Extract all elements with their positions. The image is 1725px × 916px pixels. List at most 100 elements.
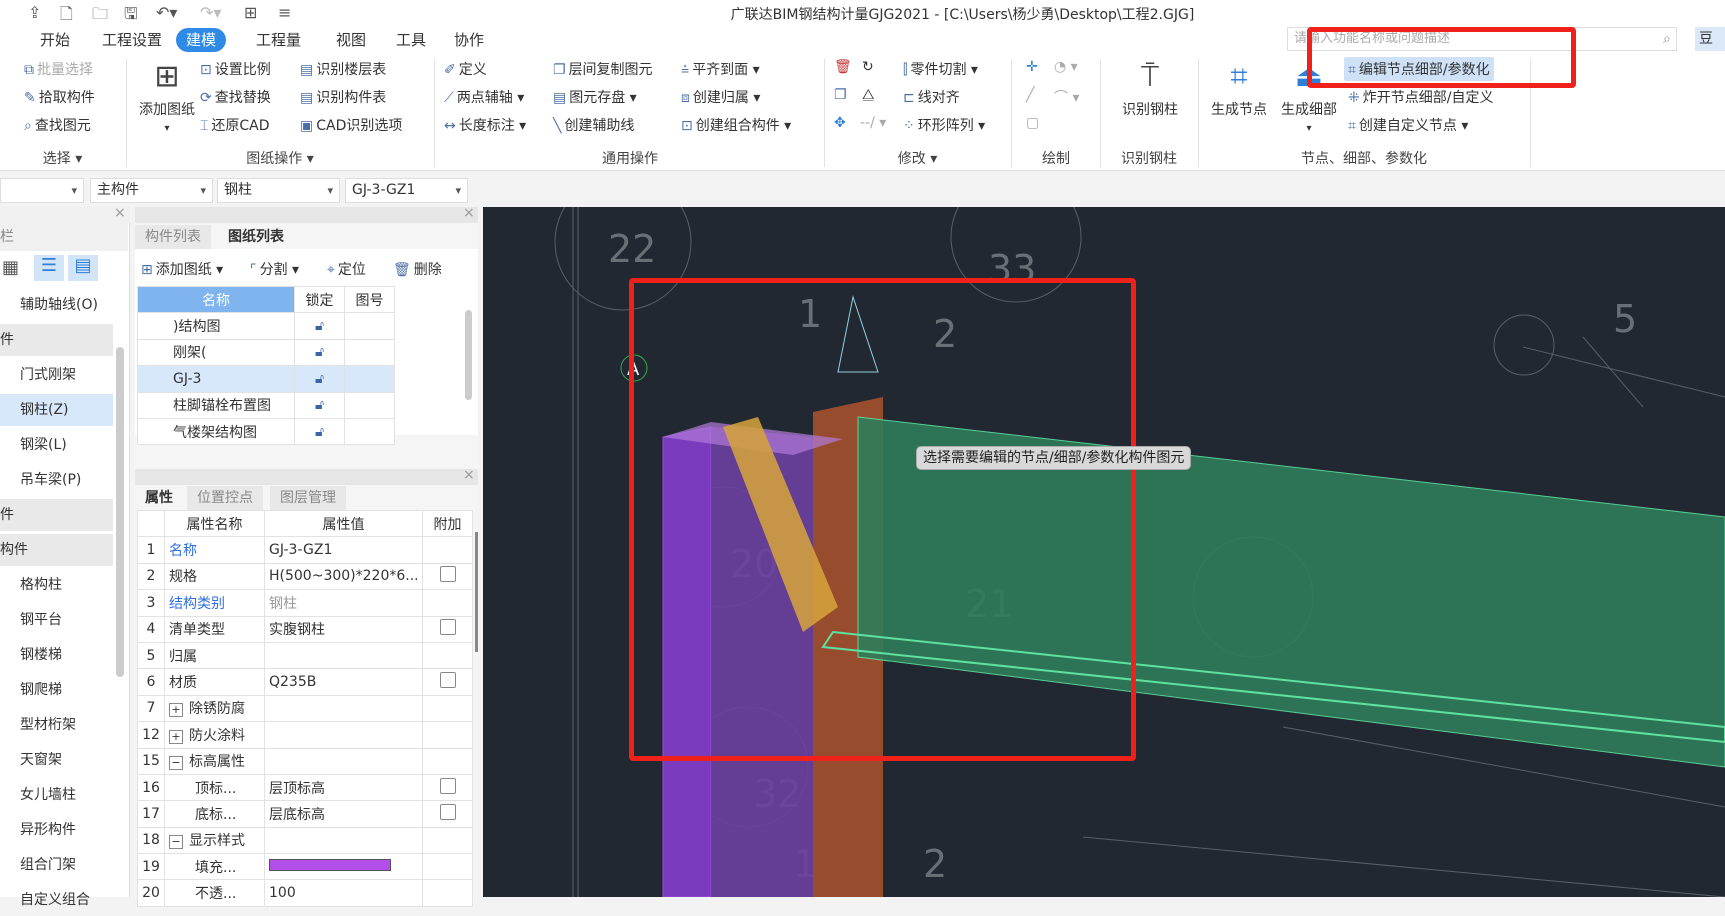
copy-icon[interactable]: ❐ [834,87,847,103]
batch-select-button[interactable]: ⧉ 批量选择 [24,59,93,79]
tab-drawing-list[interactable]: 图纸列表 [218,225,294,249]
fill-color-swatch[interactable] [269,858,391,871]
nav-item[interactable]: 门式刚架 [0,359,113,391]
property-row[interactable]: 19 填充... [137,853,473,881]
lock-icon[interactable]: 🔓︎ [294,312,345,340]
lock-icon[interactable]: 🔓︎ [294,338,345,367]
aux-line-button[interactable]: ╲ 创建辅助线 [553,115,634,135]
find-replace-button[interactable]: ⟳ 查找替换 [200,87,271,107]
delete-icon[interactable]: 🗑 [834,59,852,75]
locate-button[interactable]: ⌖ 定位 [327,259,366,279]
tab-3[interactable]: 工程量 [246,28,311,52]
explode-node-button[interactable]: ⁜ 炸开节点细部/自定义 [1348,87,1493,107]
property-row[interactable]: 2 规格 H(500~300)*220*6... [137,562,473,591]
tab-5[interactable]: 工具 [386,28,436,52]
property-value[interactable]: H(500~300)*220*6... [269,568,419,584]
expand-toggle-icon[interactable]: + [169,703,183,718]
nav-item[interactable]: 异形构件 [0,814,113,846]
property-row[interactable]: 15− 标高属性 [137,747,473,775]
extend-icon[interactable]: --/ ▾ [860,115,886,131]
extra-checkbox[interactable] [439,672,456,689]
create-group-button[interactable]: ⊡ 创建组合构件 ▾ [681,115,791,135]
property-scrollbar[interactable] [475,532,478,652]
table-row[interactable]: )结构图 🔓︎ [137,312,395,340]
ring-array-button[interactable]: ⁘ 环形阵列 ▾ [903,115,985,135]
3d-viewport[interactable]: 22 1 2 33 5 20 21 32 1 2 A [483,207,1725,897]
extra-checkbox[interactable] [439,619,456,636]
property-row[interactable]: 18− 显示样式 [137,826,473,855]
property-row[interactable]: 6 材质 Q235B [137,668,473,696]
table-row[interactable]: GJ-3 🔓︎ [137,365,395,393]
table-row[interactable]: 气楼架结构图 🔓︎ [137,417,395,446]
property-row[interactable]: 4 清单类型 实腹钢柱 [137,615,473,643]
nav-item[interactable]: 吊车梁(P) [0,464,113,496]
expand-toggle-icon[interactable]: − [169,756,183,771]
property-row[interactable]: 16 顶标... 层顶标高 [137,773,473,802]
nav-item[interactable]: 型材桁架 [0,709,113,741]
tab-4[interactable]: 视图 [326,28,376,52]
tab-properties[interactable]: 属性 [135,486,183,510]
type-dropdown[interactable]: 钢柱 [217,178,340,203]
property-row[interactable]: 1 名称 GJ-3-GZ1 [137,536,473,564]
nav-group-header[interactable]: 构件 [0,534,113,566]
tab-2[interactable]: 建模 [176,28,227,52]
line-align-button[interactable]: ⊏ 线对齐 [903,87,960,107]
cad-options-button[interactable]: ▣ CAD识别选项 [300,115,402,135]
group-label-modify[interactable]: 修改 ▾ [825,148,1010,168]
recognize-component-table-button[interactable]: ▤ 识别构件表 [300,87,386,107]
define-button[interactable]: ✐ 定义 [444,59,487,79]
detail-view-icon[interactable]: ▤ [68,255,98,281]
tab-layer-management[interactable]: 图层管理 [270,486,346,510]
property-row[interactable]: 5 归属 [137,641,473,670]
pick-component-button[interactable]: ✎ 拾取构件 [24,87,95,107]
nav-scrollbar[interactable] [116,347,124,677]
point-icon[interactable]: ✛ [1026,59,1038,75]
list-view-icon[interactable]: ☰ [34,255,64,281]
part-cut-button[interactable]: ⫿ 零件切割 ▾ [903,59,978,79]
lock-icon[interactable]: 🔓︎ [294,365,345,393]
property-value[interactable]: 实腹钢柱 [269,622,325,638]
component-dropdown[interactable]: GJ-3-GZ1 [345,178,468,203]
rectangle-icon[interactable]: ▢ [1026,115,1039,131]
split-button[interactable]: ⌜ 分割 ▾ [250,259,299,279]
extra-checkbox[interactable] [439,803,456,820]
tab-6[interactable]: 协作 [444,28,494,52]
nav-item[interactable]: 组合门架 [0,849,113,881]
nav-item[interactable]: 钢爬梯 [0,674,113,706]
property-value[interactable]: 层顶标高 [269,781,325,797]
nav-group-header[interactable]: 件 [0,499,113,531]
expand-toggle-icon[interactable]: − [169,835,183,850]
property-row[interactable]: 12 + 防火涂料 [137,721,473,749]
line-icon[interactable]: ╱ [1026,87,1034,103]
restore-cad-button[interactable]: ⌶ 还原CAD [200,115,270,135]
recognize-floor-table-button[interactable]: ▤ 识别楼层表 [300,59,386,79]
nav-item[interactable]: 钢楼梯 [0,639,113,671]
property-value[interactable]: 钢柱 [269,596,297,612]
tab-0[interactable]: 开始 [30,28,80,52]
property-row[interactable]: 20 不透... 100 [137,879,473,907]
arc-point-icon[interactable]: ◔ ▾ [1054,59,1078,75]
property-row[interactable]: 17 底标... 层底标高 [137,800,473,828]
search-icon[interactable]: ⌕ [1663,31,1671,47]
lock-icon[interactable]: 🔓︎ [294,417,345,446]
close-icon[interactable]: × [114,205,126,221]
align-face-button[interactable]: ⩮ 平齐到面 ▾ [681,59,760,79]
group-label-select[interactable]: 选择 ▾ [0,148,125,168]
recognize-column-button[interactable]: ⍑ 识别钢柱 [1105,55,1195,119]
delete-button[interactable]: 🗑 删除 [393,259,442,279]
close-icon[interactable]: × [463,205,475,221]
close-icon[interactable]: × [463,467,475,483]
nav-group-header[interactable]: 件 [0,324,113,356]
nav-item[interactable]: 辅助轴线(O) [0,289,113,321]
property-value[interactable]: 100 [269,885,296,901]
grid-view-icon[interactable]: ▦ [2,257,19,278]
column-header-number[interactable]: 图号 [344,285,395,314]
create-owner-button[interactable]: ⧈ 创建归属 ▾ [681,87,760,107]
property-value[interactable]: 层底标高 [269,807,325,823]
length-dimension-button[interactable]: ↔ 长度标注 ▾ [444,115,526,135]
group-label-drawing[interactable]: 图纸操作 ▾ [130,148,430,168]
nav-item[interactable]: 自定义组合 [0,884,113,916]
property-row[interactable]: 3 结构类别 钢柱 [137,589,473,617]
two-point-axis-button[interactable]: ⟋ 两点辅轴 ▾ [444,87,524,107]
table-row[interactable]: 刚架(🔓︎ [137,338,395,367]
